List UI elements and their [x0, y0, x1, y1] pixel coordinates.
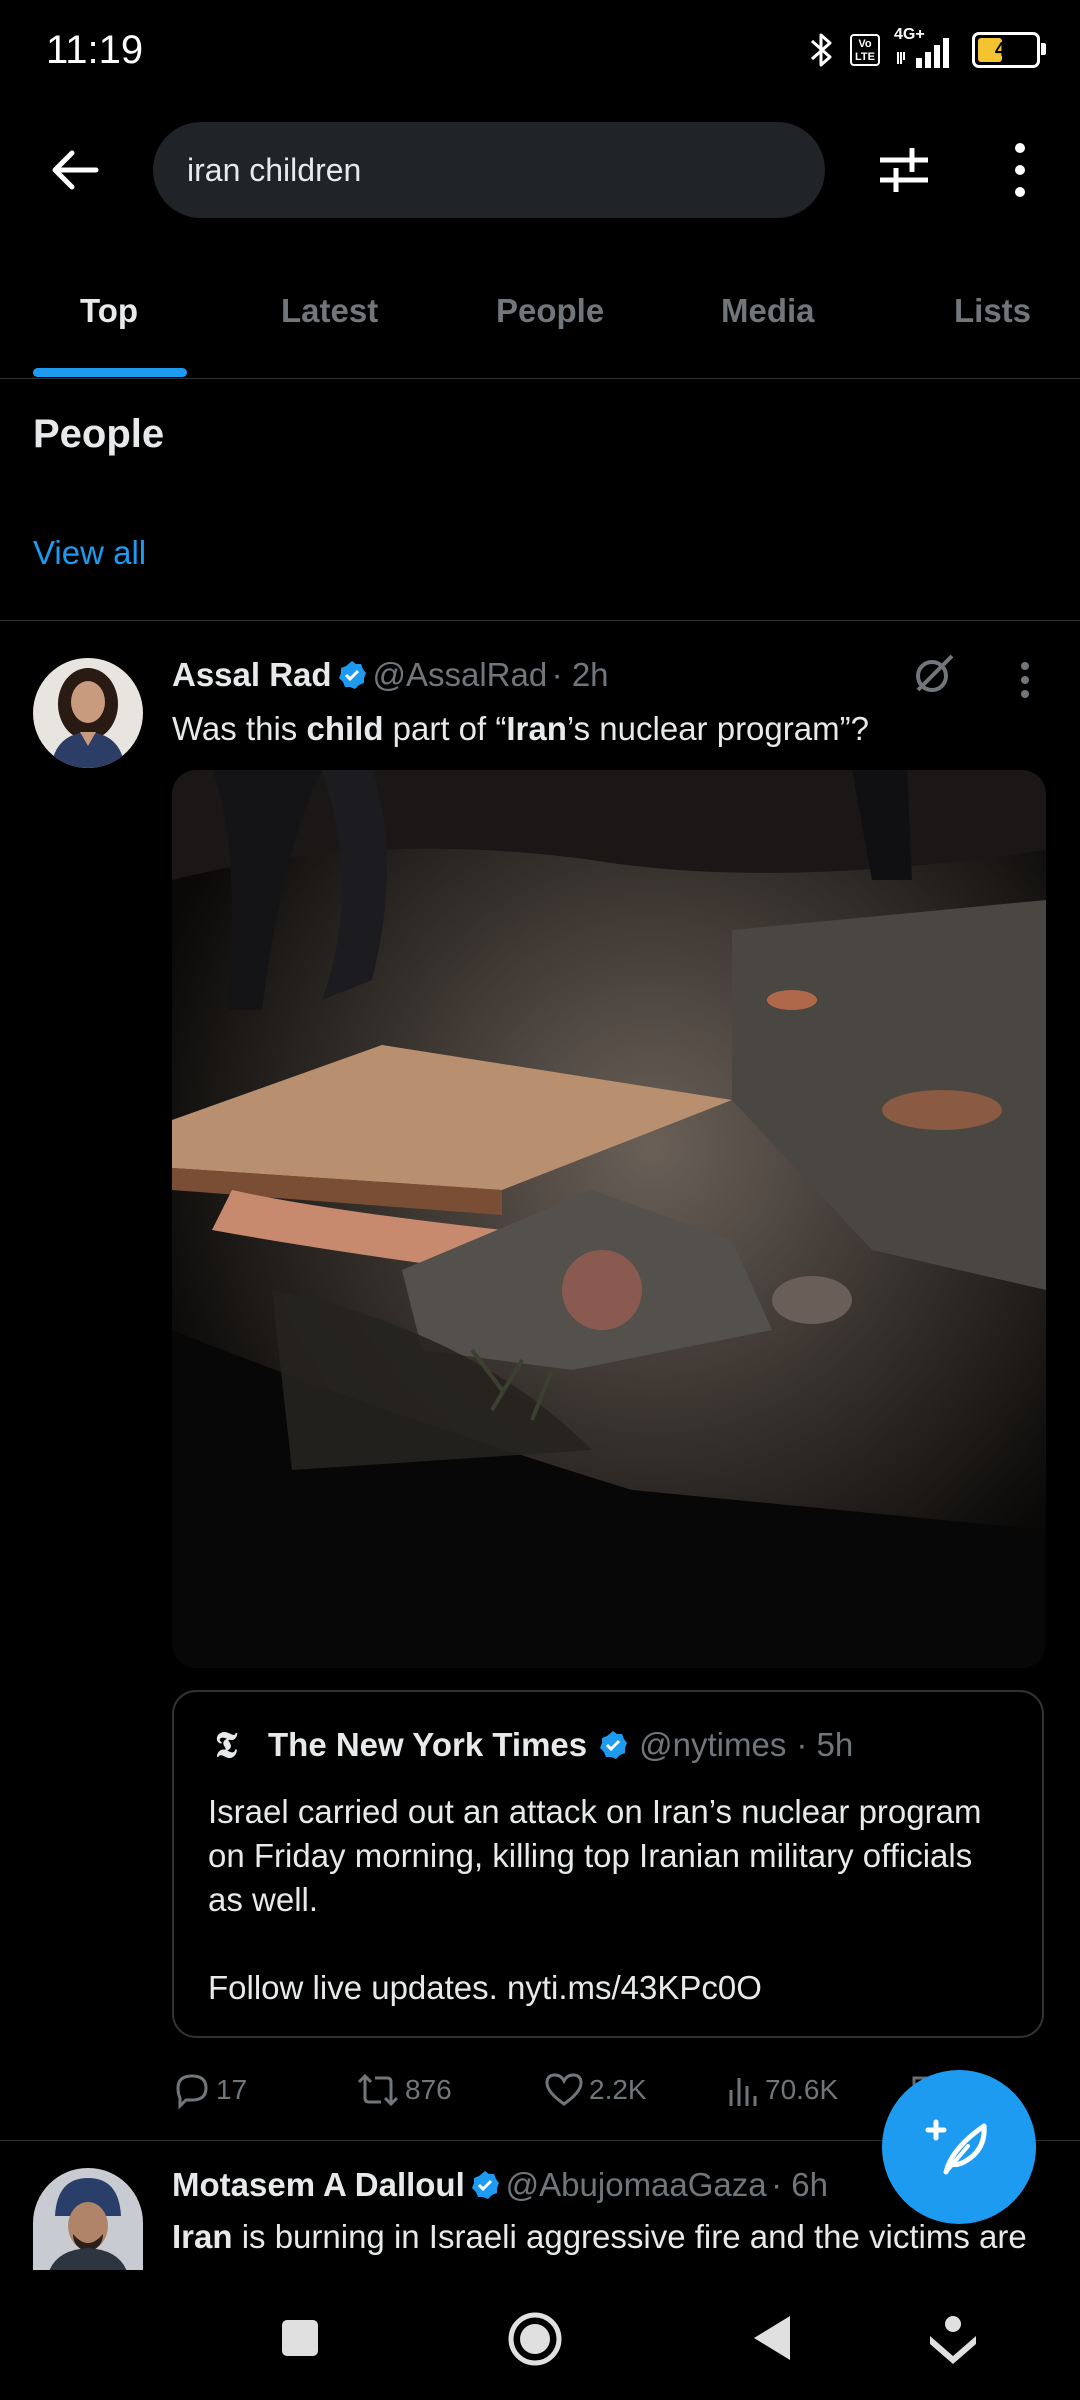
battery-icon: 49 — [972, 32, 1046, 68]
more-vertical-icon — [1015, 143, 1025, 197]
author-name[interactable]: Motasem A Dalloul — [172, 2166, 465, 2203]
tweet-text: Iran is burning in Israeli aggressive fi… — [172, 2218, 1027, 2256]
tweet-more-button[interactable] — [1010, 660, 1040, 700]
tweet-text: Was this child part of “Iran’s nuclear p… — [172, 710, 869, 748]
repost-button[interactable]: 876 — [355, 2070, 452, 2110]
status-time: 11:19 — [46, 28, 144, 72]
quoted-tweet-header: 𝕿 The New York Times @nytimes · 5h — [208, 1726, 853, 1764]
tab-lists[interactable]: Lists — [954, 292, 1031, 330]
quoted-tweet[interactable]: 𝕿 The New York Times @nytimes · 5h Israe… — [172, 1690, 1044, 2038]
text-segment: ’s nuclear program”? — [566, 710, 869, 747]
search-filter-button[interactable] — [874, 140, 934, 200]
verified-badge-icon — [472, 2171, 500, 2199]
highlighted-term: Iran — [172, 2218, 233, 2255]
compose-feather-icon — [925, 2119, 987, 2175]
tab-people[interactable]: People — [496, 292, 604, 330]
tweet-time: · 2h — [551, 656, 609, 693]
reply-icon — [176, 2074, 208, 2110]
author-handle[interactable]: @AbujomaaGaza — [506, 2166, 767, 2203]
system-navigation-bar — [0, 2270, 1080, 2400]
view-all-link[interactable]: View all — [33, 534, 146, 572]
recent-apps-button[interactable] — [280, 2318, 320, 2358]
search-input[interactable]: iran children — [153, 122, 825, 218]
section-divider — [0, 620, 1080, 621]
status-icons: Vo LTE 4G+ 49 — [806, 26, 1046, 70]
sliders-icon — [880, 148, 928, 192]
grok-button[interactable] — [910, 650, 958, 698]
more-vertical-icon — [1021, 662, 1029, 698]
search-query: iran children — [187, 151, 362, 188]
quoted-tweet-time: · 5h — [796, 1726, 854, 1763]
quoted-author-handle: @nytimes — [639, 1726, 787, 1763]
more-options-button[interactable] — [1000, 140, 1040, 200]
text-segment: Was this — [172, 710, 307, 747]
grok-icon — [916, 654, 954, 692]
triangle-back-icon — [754, 2316, 790, 2360]
repost-icon — [357, 2073, 399, 2107]
chevron-down-icon — [930, 2316, 976, 2364]
reply-button[interactable]: 17 — [172, 2070, 247, 2110]
verified-badge-icon — [339, 661, 367, 689]
home-button[interactable] — [506, 2310, 564, 2368]
tab-latest[interactable]: Latest — [281, 292, 378, 330]
highlighted-term: Iran — [506, 710, 567, 747]
back-button[interactable] — [46, 140, 106, 200]
tab-top[interactable]: Top — [80, 292, 138, 330]
view-count: 70.6K — [765, 2074, 839, 2105]
bluetooth-icon — [811, 33, 832, 67]
tweet-time: · 6h — [771, 2166, 828, 2203]
author-name[interactable]: Assal Rad — [172, 656, 332, 693]
volte-icon: Vo LTE — [850, 34, 880, 66]
text-segment: part of “ — [383, 710, 507, 747]
nyt-logo-icon: 𝕿 — [214, 1724, 238, 1766]
avatar[interactable] — [33, 2168, 143, 2270]
text-segment: is burning in Israeli aggressive fire an… — [232, 2218, 1027, 2255]
verified-badge-icon — [600, 1731, 628, 1759]
assistant-button[interactable] — [928, 2312, 978, 2364]
tab-media[interactable]: Media — [721, 292, 815, 330]
like-button[interactable]: 2.2K — [543, 2070, 647, 2110]
tweet-header: Assal Rad @AssalRad · 2h — [172, 656, 609, 694]
signal-icon: 4G+ — [894, 26, 958, 70]
battery-level: 49 — [994, 38, 1018, 61]
author-handle[interactable]: @AssalRad — [372, 656, 547, 693]
quoted-tweet-text: Israel carried out an attack on Iran’s n… — [208, 1793, 982, 2006]
like-count: 2.2K — [589, 2074, 647, 2105]
arrow-left-icon — [52, 150, 99, 190]
home-circle-icon — [508, 2312, 562, 2366]
people-section-title: People — [33, 412, 165, 456]
tweet-media[interactable] — [172, 770, 1046, 1668]
avatar[interactable] — [33, 658, 143, 768]
views-icon — [729, 2078, 757, 2106]
active-tab-indicator — [33, 368, 187, 377]
tweet-header: Motasem A Dalloul @AbujomaaGaza · 6h — [172, 2166, 828, 2204]
compose-post-button[interactable] — [882, 2070, 1036, 2224]
heart-icon — [545, 2073, 583, 2106]
search-tabs: Top Latest People Media Lists — [0, 260, 1080, 379]
views-button[interactable]: 70.6K — [725, 2070, 838, 2110]
highlighted-term: child — [306, 710, 384, 747]
reply-count: 17 — [216, 2074, 248, 2105]
square-icon — [282, 2320, 318, 2356]
back-nav-button[interactable] — [752, 2314, 792, 2362]
repost-count: 876 — [405, 2074, 452, 2105]
quoted-author-name: The New York Times — [268, 1726, 588, 1763]
